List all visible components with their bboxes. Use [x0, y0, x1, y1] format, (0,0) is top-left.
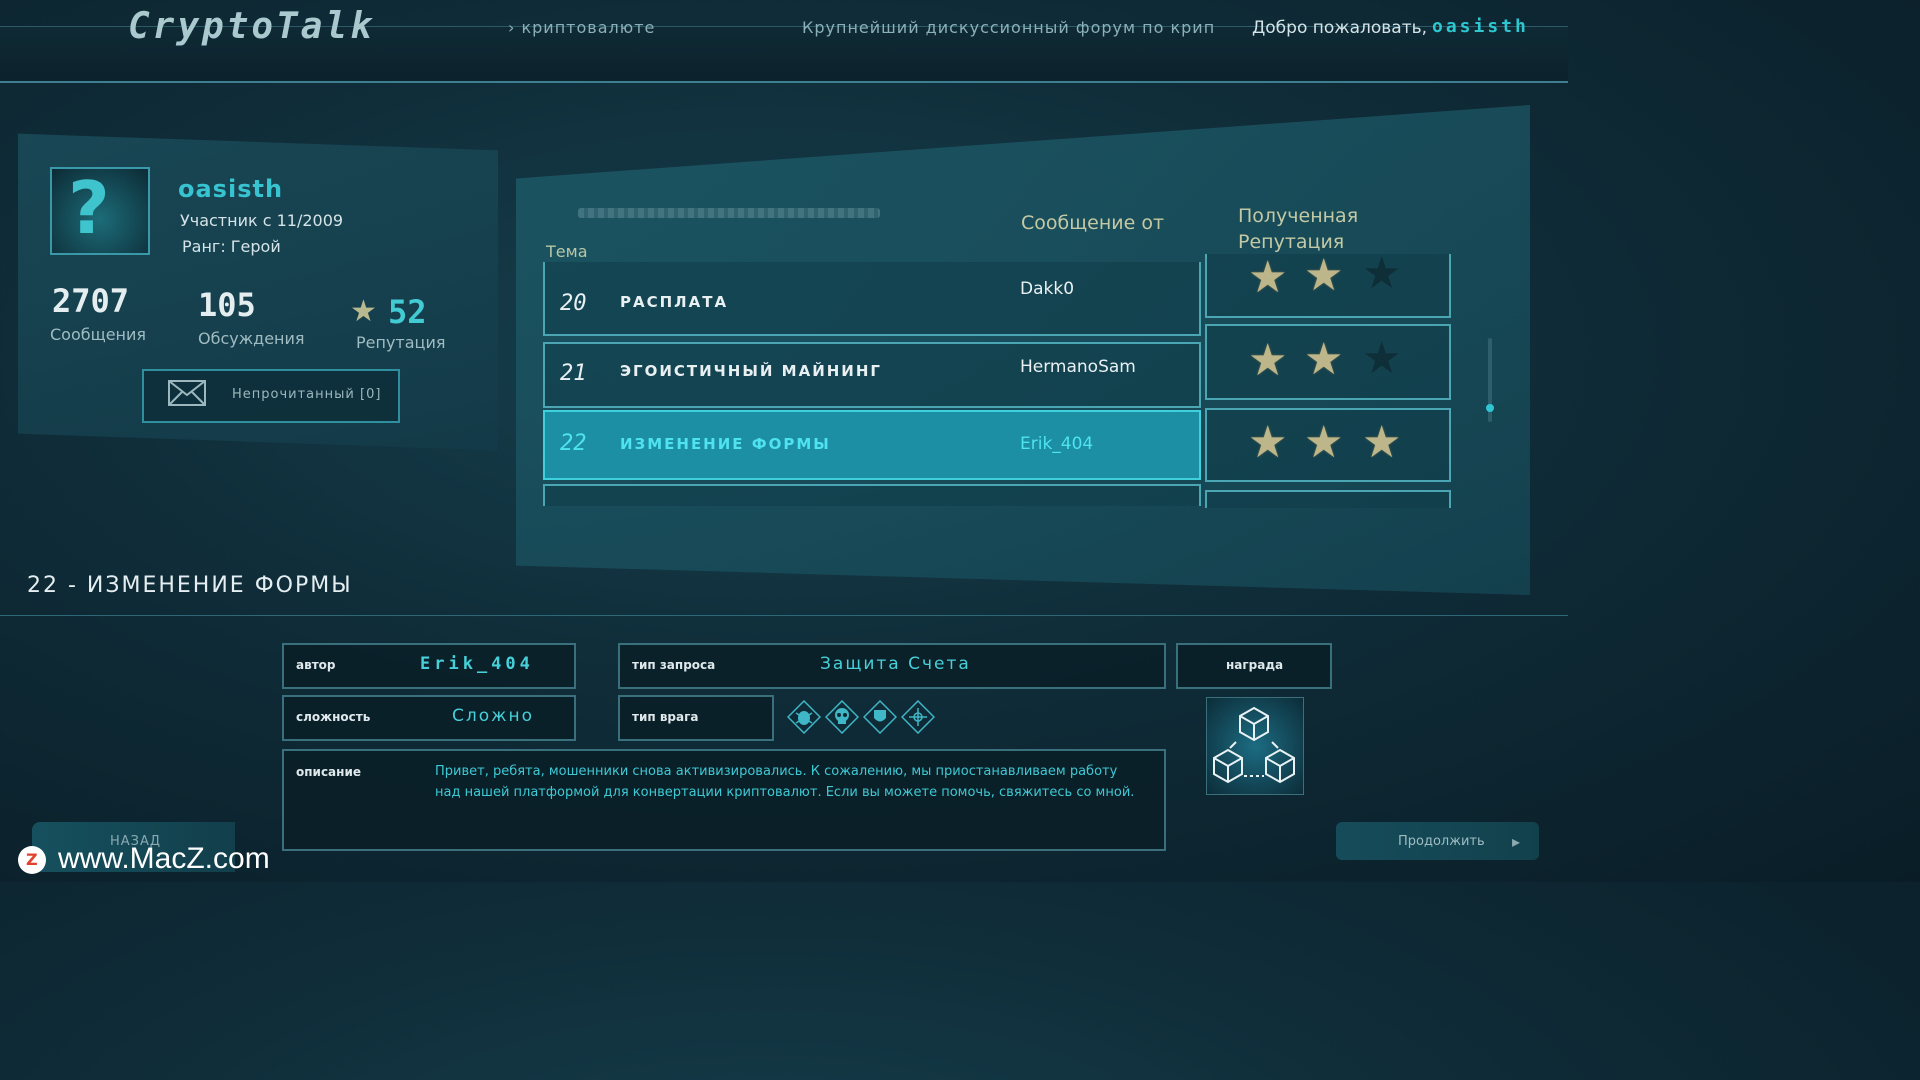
profile-username: oasisth	[178, 175, 284, 203]
divider	[0, 615, 1568, 616]
bug-icon	[787, 700, 821, 734]
description-text: Привет, ребята, мошенники снова активизи…	[435, 764, 1135, 800]
star-filled-icon: ★	[1248, 417, 1288, 468]
reward-label: награда	[1226, 658, 1284, 672]
blurred-text	[578, 208, 880, 218]
unread-label: Непрочитанный [0]	[232, 387, 382, 402]
author-value: Erik_404	[420, 654, 534, 674]
column-header-topic: Тема	[546, 242, 588, 261]
star-icon: ★	[350, 294, 377, 329]
star-empty-icon: ★	[1362, 248, 1402, 299]
continue-button-label: Продолжить	[1398, 834, 1485, 849]
author-label: автор	[296, 658, 336, 672]
topic-number: 22	[560, 431, 587, 456]
watermark-text: www.MacZ.com	[58, 842, 270, 875]
envelope-icon	[168, 380, 206, 406]
messages-count: 2707	[52, 282, 130, 320]
question-mark-icon: ?	[68, 166, 110, 250]
column-header-from: Сообщение от	[1021, 212, 1165, 234]
crosshair-icon	[901, 700, 935, 734]
request-type-value: Защита Счета	[820, 654, 971, 674]
star-filled-icon: ★	[1248, 335, 1288, 386]
difficulty-value: Сложно	[452, 706, 534, 726]
topic-author: Dakk0	[1020, 279, 1075, 299]
shield-icon	[863, 700, 897, 734]
welcome-text: Добро пожаловать,	[1252, 18, 1428, 38]
topic-row-partial[interactable]	[543, 484, 1201, 506]
app-logo: CryptoTalk	[128, 6, 375, 47]
header-ticker-left: › криптовалюте	[508, 18, 656, 37]
topic-author: HermanoSam	[1020, 357, 1136, 377]
messages-label: Сообщения	[50, 325, 147, 344]
detail-title: 22 - ИЗМЕНЕНИЕ ФОРМЫ	[27, 573, 353, 598]
discussions-count: 105	[198, 286, 256, 324]
topic-author: Erik_404	[1020, 434, 1094, 454]
reputation-count: 52	[388, 293, 427, 331]
user-rank: Ранг: Герой	[182, 237, 281, 256]
topic-number: 21	[560, 361, 587, 386]
skull-icon	[825, 700, 859, 734]
star-empty-icon: ★	[1362, 333, 1402, 384]
difficulty-label: сложность	[296, 710, 371, 724]
topic-reputation-box	[1205, 490, 1451, 508]
member-since: Участник с 11/2009	[180, 211, 344, 230]
topic-title: РАСПЛАТА	[620, 293, 729, 311]
scrollbar-thumb[interactable]	[1486, 404, 1494, 412]
header-username: oasisth	[1432, 16, 1529, 37]
blockchain-cubes-icon	[1213, 706, 1295, 784]
arrow-right-icon: ▸	[1512, 832, 1521, 851]
request-type-label: тип запроса	[632, 658, 716, 672]
description-label: описание	[296, 765, 361, 779]
star-filled-icon: ★	[1248, 252, 1288, 303]
star-filled-icon: ★	[1304, 250, 1344, 301]
star-filled-icon: ★	[1362, 417, 1402, 468]
enemy-type-label: тип врага	[632, 710, 699, 724]
header-ticker-right: Крупнейший дискуссионный форум по крип	[802, 18, 1216, 37]
topic-title: ЭГОИСТИЧНЫЙ МАЙНИНГ	[620, 362, 882, 380]
discussions-label: Обсуждения	[198, 329, 305, 348]
star-filled-icon: ★	[1304, 334, 1344, 385]
star-filled-icon: ★	[1304, 417, 1344, 468]
reputation-label: Репутация	[356, 333, 446, 352]
topic-title: ИЗМЕНЕНИЕ ФОРМЫ	[620, 435, 831, 453]
topic-number: 20	[560, 291, 587, 316]
watermark-logo-letter: Z	[26, 850, 38, 869]
